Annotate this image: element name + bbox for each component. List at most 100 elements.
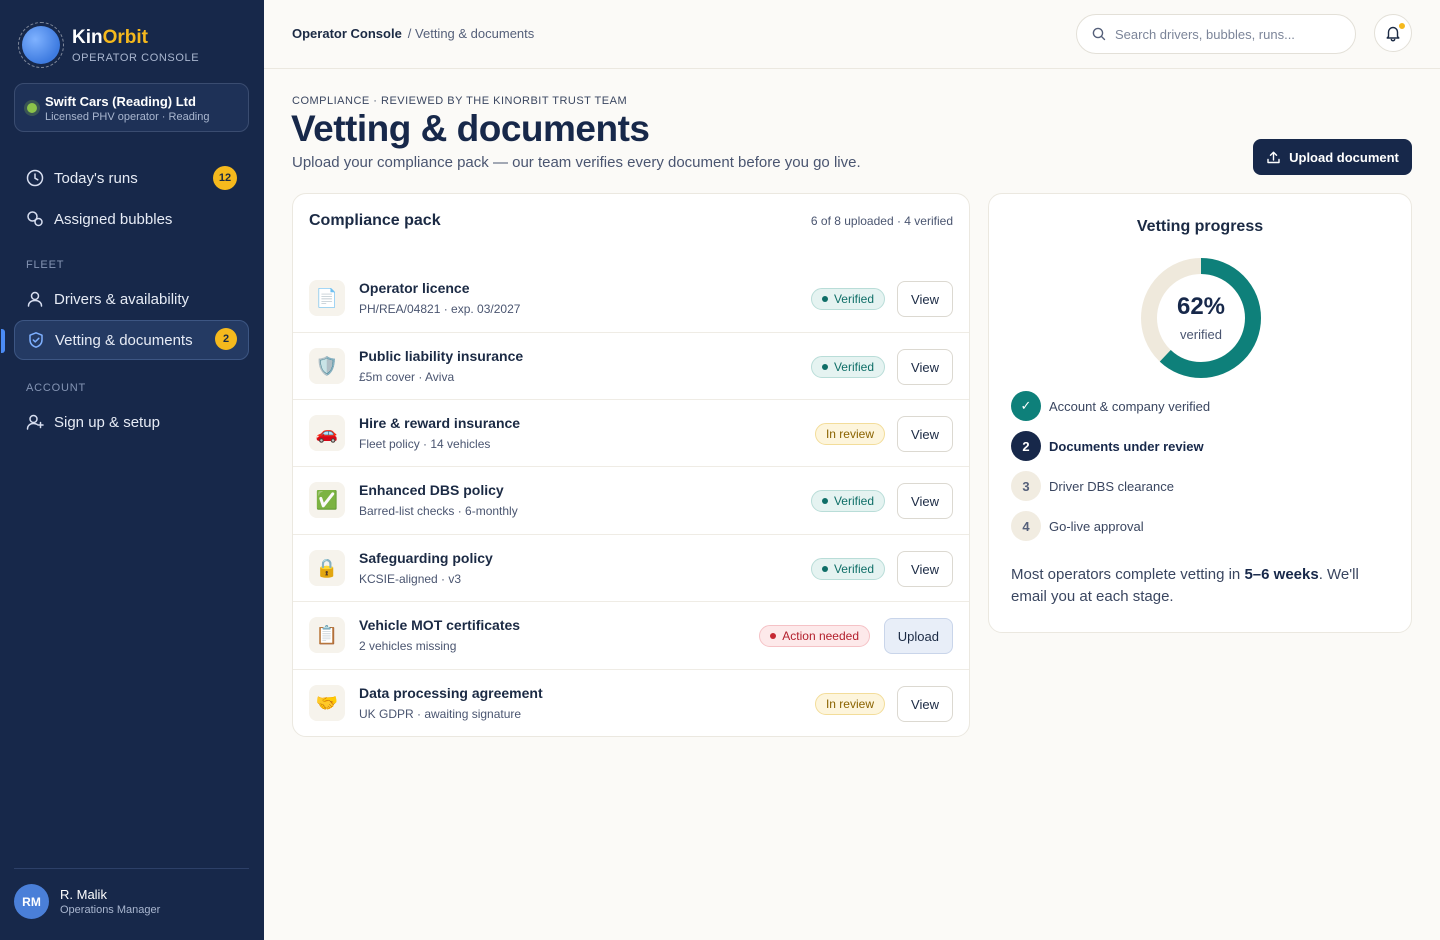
document-row: 🤝 Data processing agreement UK GDPR · aw… <box>293 669 969 736</box>
user-icon <box>26 290 44 308</box>
brand-subtitle: OPERATOR CONSOLE <box>72 51 200 64</box>
document-name: Data processing agreement <box>359 685 543 701</box>
page-description: Upload your compliance pack — our team v… <box>292 154 861 171</box>
sidebar-item-label: Sign up & setup <box>54 413 160 431</box>
document-detail: 2 vehicles missing <box>359 639 457 653</box>
step-label: Go-live approval <box>1049 518 1144 534</box>
nav-section-fleet: FLEET <box>26 259 65 271</box>
step-dbs-clearance: 3 Driver DBS clearance <box>1011 471 1174 501</box>
lock-icon: 🔒 <box>309 550 345 586</box>
compliance-pack-card: Compliance pack 6 of 8 uploaded · 4 veri… <box>292 193 970 737</box>
status-badge: Verified <box>810 288 885 310</box>
step-number: 2 <box>1011 431 1041 461</box>
clock-icon <box>26 169 44 187</box>
document-detail: Barred-list checks · 6-monthly <box>359 504 518 518</box>
view-document-button[interactable]: View <box>897 416 953 452</box>
search-icon <box>1091 26 1107 42</box>
sidebar-item-assigned-bubbles[interactable]: Assigned bubbles <box>14 199 249 239</box>
user-name: R. Malik <box>60 887 107 902</box>
sidebar-item-label: Assigned bubbles <box>54 210 173 228</box>
status-badge: Verified <box>810 558 885 580</box>
document-detail: £5m cover · Aviva <box>359 370 455 384</box>
view-document-button[interactable]: View <box>897 686 953 722</box>
breadcrumb-root[interactable]: Operator Console <box>292 26 402 41</box>
upload-document-label: Upload document <box>1289 149 1399 165</box>
topbar: Operator Console / Vetting & documents <box>264 0 1440 69</box>
upload-mot-button[interactable]: Upload <box>883 618 953 654</box>
brand-logo-icon <box>18 22 64 68</box>
handshake-icon: 🤝 <box>309 685 345 721</box>
user-role: Operations Manager <box>60 904 161 916</box>
status-badge: Action needed <box>759 625 870 647</box>
sidebar-item-label: Drivers & availability <box>54 290 190 308</box>
document-detail: UK GDPR · awaiting signature <box>359 707 522 721</box>
avatar: RM <box>14 884 49 919</box>
upload-document-button[interactable]: Upload document <box>1253 139 1412 175</box>
step-label: Driver DBS clearance <box>1049 478 1174 494</box>
document-name: Enhanced DBS policy <box>359 482 504 498</box>
progress-percent: 62% <box>1176 293 1226 320</box>
page-title: Vetting & documents <box>291 108 650 149</box>
document-row: 🚗 Hire & reward insurance Fleet policy ·… <box>293 399 969 466</box>
document-name: Safeguarding policy <box>359 550 493 566</box>
sidebar-item-todays-runs[interactable]: Today's runs 12 <box>14 158 249 198</box>
sidebar-divider <box>14 868 249 869</box>
document-name: Public liability insurance <box>359 348 524 364</box>
sidebar-item-drivers[interactable]: Drivers & availability <box>14 279 249 319</box>
view-document-button[interactable]: View <box>897 349 953 385</box>
sidebar-item-vetting[interactable]: Vetting & documents 2 <box>1 320 249 360</box>
step-number: 3 <box>1011 471 1041 501</box>
search-input[interactable] <box>1115 26 1345 42</box>
clipboard-icon: 📋 <box>309 617 345 653</box>
shield-icon: 🛡️ <box>309 348 345 384</box>
nav-section-account: ACCOUNT <box>26 382 86 394</box>
breadcrumb: Operator Console / Vetting & documents <box>292 26 534 41</box>
status-badge: In review <box>814 693 885 715</box>
document-row: ✅ Enhanced DBS policy Barred-list checks… <box>293 466 969 533</box>
user-plus-icon <box>26 413 44 431</box>
step-number: 4 <box>1011 511 1041 541</box>
page-eyebrow: COMPLIANCE · REVIEWED BY THE KINORBIT TR… <box>292 95 628 107</box>
document-row: 🛡️ Public liability insurance £5m cover … <box>293 332 969 399</box>
sidebar-item-label: Today's runs <box>54 169 138 187</box>
check-box-icon: ✅ <box>309 482 345 518</box>
compliance-pack-title: Compliance pack <box>309 212 441 229</box>
notifications-button[interactable] <box>1374 14 1412 52</box>
compliance-pack-summary: 6 of 8 uploaded · 4 verified <box>810 214 953 228</box>
step-account-verified: ✓ Account & company verified <box>1011 391 1210 421</box>
shield-check-icon <box>27 331 45 349</box>
car-icon: 🚗 <box>309 415 345 451</box>
runs-count-badge: 12 <box>213 166 237 190</box>
bubbles-icon <box>26 210 44 228</box>
view-document-button[interactable]: View <box>897 551 953 587</box>
document-row: 📄 Operator licence PH/REA/04821 · exp. 0… <box>293 265 969 332</box>
breadcrumb-current: / Vetting & documents <box>407 26 535 41</box>
progress-label: verified <box>1180 327 1222 342</box>
sidebar-item-label: Vetting & documents <box>55 331 193 349</box>
organization-switcher[interactable]: Swift Cars (Reading) Ltd Licensed PHV op… <box>14 83 249 132</box>
vetting-timeline-note: Most operators complete vetting in 5–6 w… <box>1011 566 1359 605</box>
vetting-count-badge: 2 <box>215 328 237 350</box>
view-document-button[interactable]: View <box>897 483 953 519</box>
sidebar-item-signup[interactable]: Sign up & setup <box>14 402 249 442</box>
notification-dot <box>1398 22 1406 30</box>
upload-icon <box>1266 150 1281 165</box>
vetting-progress-title: Vetting progress <box>1136 218 1264 235</box>
step-documents-review: 2 Documents under review <box>1011 431 1204 461</box>
sidebar: KinOrbit OPERATOR CONSOLE Swift Cars (Re… <box>0 0 264 940</box>
brand-name: KinOrbit <box>72 26 148 48</box>
org-status-dot <box>27 103 37 113</box>
org-name: Swift Cars (Reading) Ltd <box>45 94 196 109</box>
step-go-live: 4 Go-live approval <box>1011 511 1144 541</box>
status-badge: Verified <box>810 356 885 378</box>
brand[interactable]: KinOrbit OPERATOR CONSOLE <box>18 22 199 68</box>
check-icon: ✓ <box>1011 391 1041 421</box>
status-badge: Verified <box>810 490 885 512</box>
vetting-progress-card: Vetting progress 62% verified ✓ Account … <box>988 193 1412 633</box>
document-detail: Fleet policy · 14 vehicles <box>359 437 491 451</box>
document-row: 📋 Vehicle MOT certificates 2 vehicles mi… <box>293 601 969 668</box>
document-icon: 📄 <box>309 280 345 316</box>
search-box[interactable] <box>1076 14 1356 54</box>
user-profile[interactable]: RM R. Malik Operations Manager <box>14 884 160 919</box>
view-document-button[interactable]: View <box>897 281 953 317</box>
